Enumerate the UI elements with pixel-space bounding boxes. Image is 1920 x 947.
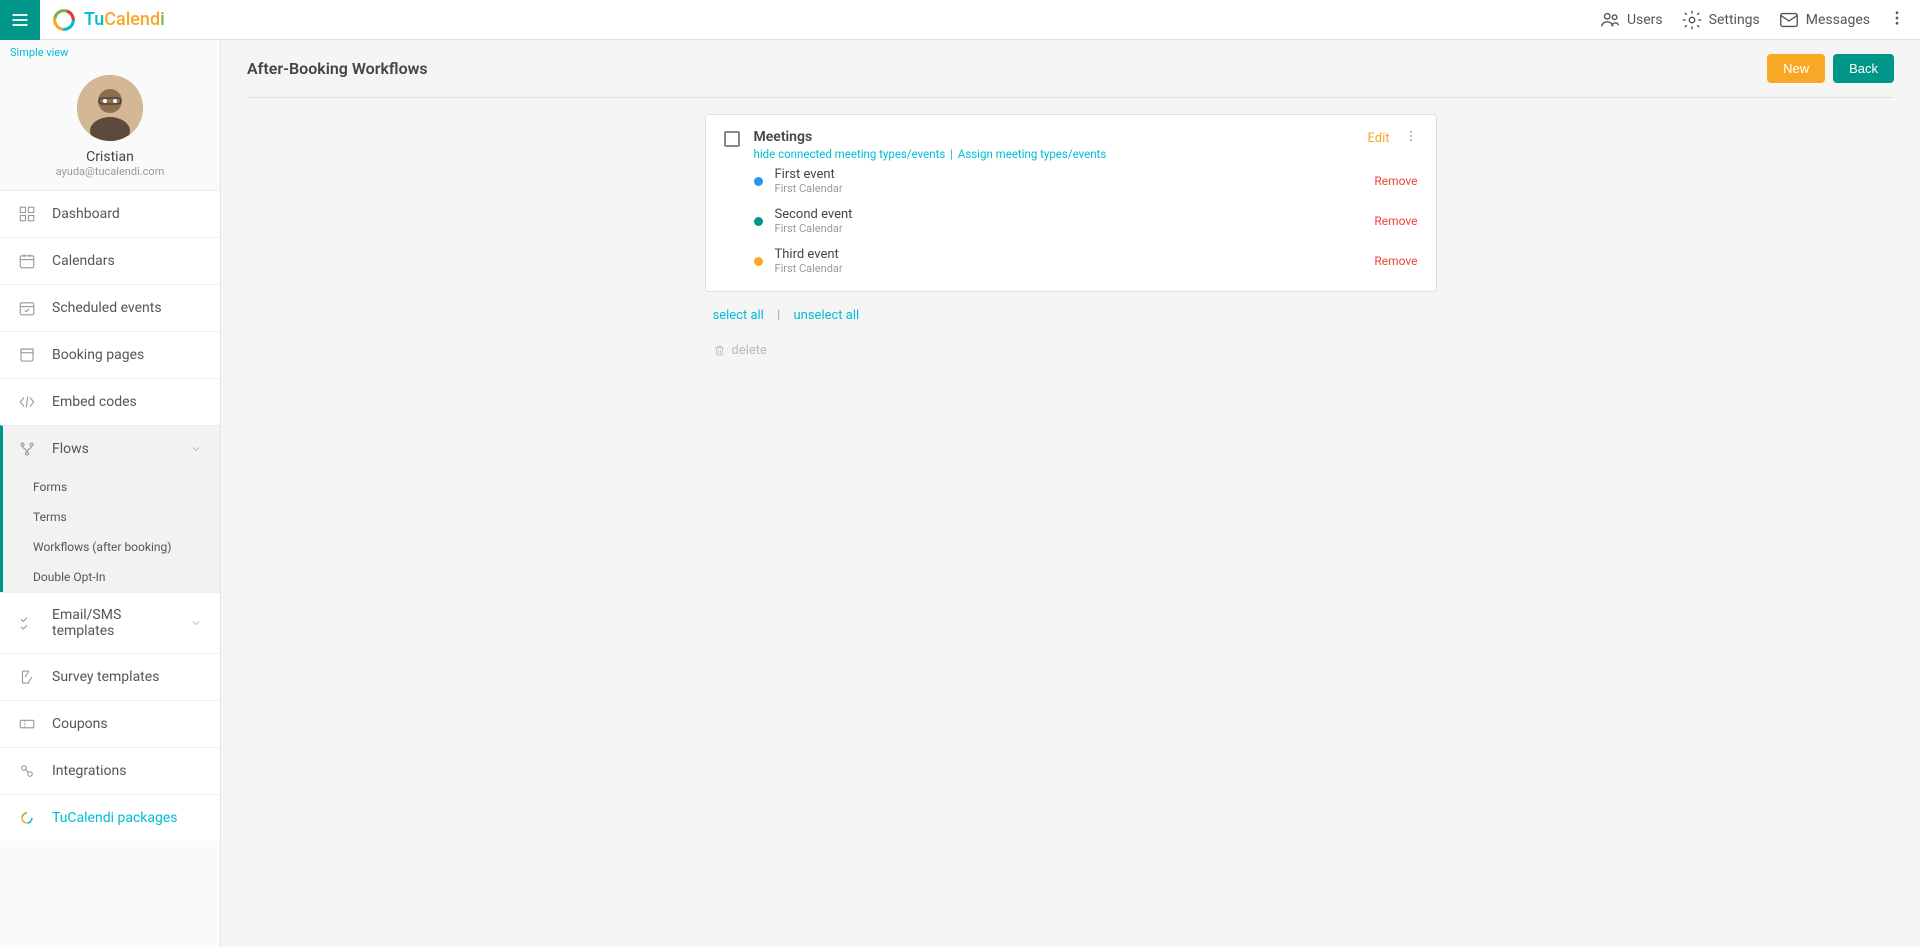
event-dot <box>754 177 763 186</box>
logo-text: TuCalendi <box>84 9 165 30</box>
event-name: Second event <box>775 207 1375 222</box>
sidebar-label: Survey templates <box>52 669 159 685</box>
page-title: After-Booking Workflows <box>247 59 428 78</box>
users-link[interactable]: Users <box>1599 9 1663 31</box>
sidebar-item-flows[interactable]: Flows <box>0 425 220 472</box>
sidebar-item-embed[interactable]: Embed codes <box>0 378 220 425</box>
profile-email: ayuda@tucalendi.com <box>0 165 220 178</box>
users-label: Users <box>1627 12 1663 28</box>
sidebar-label: TuCalendi packages <box>52 810 178 826</box>
sidebar-item-email-sms[interactable]: Email/SMS templates <box>0 592 220 653</box>
sidebar-label: Calendars <box>52 253 115 269</box>
chevron-down-icon <box>190 617 202 629</box>
simple-view-link[interactable]: Simple view <box>0 40 220 65</box>
event-calendar: First Calendar <box>775 222 1375 235</box>
avatar[interactable] <box>77 75 143 141</box>
sidebar-label: Scheduled events <box>52 300 162 316</box>
packages-icon <box>18 809 36 827</box>
sidebar-item-survey[interactable]: Survey templates <box>0 653 220 700</box>
workflow-checkbox[interactable] <box>724 131 740 147</box>
profile: Cristian ayuda@tucalendi.com <box>0 65 220 190</box>
page-header: After-Booking Workflows New Back <box>247 54 1894 98</box>
sidebar-item-coupons[interactable]: Coupons <box>0 700 220 747</box>
chevron-down-icon <box>190 443 202 455</box>
coupon-icon <box>18 715 36 733</box>
code-icon <box>18 393 36 411</box>
booking-icon <box>18 346 36 364</box>
event-name: Third event <box>775 247 1375 262</box>
sidebar-item-dashboard[interactable]: Dashboard <box>0 190 220 237</box>
back-button[interactable]: Back <box>1833 54 1894 83</box>
dashboard-icon <box>18 205 36 223</box>
event-name: First event <box>775 167 1375 182</box>
sidebar-sub-double-opt[interactable]: Double Opt-In <box>0 562 220 592</box>
sidebar-label: Dashboard <box>52 206 120 222</box>
workflow-card: Meetings hide connected meeting types/ev… <box>705 114 1437 292</box>
logo-icon <box>50 6 78 34</box>
settings-label: Settings <box>1709 12 1760 28</box>
card-more-menu[interactable] <box>1404 129 1418 147</box>
sidebar-item-scheduled[interactable]: Scheduled events <box>0 284 220 331</box>
gear-icon <box>1681 9 1703 31</box>
edit-link[interactable]: Edit <box>1367 131 1389 146</box>
messages-link[interactable]: Messages <box>1778 9 1870 31</box>
event-calendar: First Calendar <box>775 182 1375 195</box>
more-menu[interactable] <box>1888 9 1906 31</box>
main-content: After-Booking Workflows New Back Meeting… <box>221 40 1920 947</box>
sidebar-label: Embed codes <box>52 394 137 410</box>
messages-label: Messages <box>1806 12 1870 28</box>
top-header: TuCalendi Users Settings Messages <box>0 0 1920 40</box>
users-icon <box>1599 9 1621 31</box>
event-row: Second event First Calendar Remove <box>724 201 1418 241</box>
sidebar-sub-terms[interactable]: Terms <box>0 502 220 532</box>
sidebar-item-packages[interactable]: TuCalendi packages <box>0 794 220 841</box>
scheduled-icon <box>18 299 36 317</box>
select-all-link[interactable]: select all <box>713 308 764 323</box>
workflow-title: Meetings <box>754 129 1354 145</box>
trash-icon <box>713 344 726 357</box>
profile-name: Cristian <box>0 149 220 165</box>
delete-link[interactable]: delete <box>713 343 1429 358</box>
sidebar-item-booking[interactable]: Booking pages <box>0 331 220 378</box>
flows-icon <box>18 440 36 458</box>
unselect-all-link[interactable]: unselect all <box>794 308 860 323</box>
sidebar-sub-workflows[interactable]: Workflows (after booking) <box>0 532 220 562</box>
survey-icon <box>18 668 36 686</box>
event-row: First event First Calendar Remove <box>724 161 1418 201</box>
event-dot <box>754 257 763 266</box>
remove-link[interactable]: Remove <box>1374 254 1417 268</box>
delete-label: delete <box>732 343 767 358</box>
sidebar-sub-forms[interactable]: Forms <box>0 472 220 502</box>
event-dot <box>754 217 763 226</box>
sidebar-item-integrations[interactable]: Integrations <box>0 747 220 794</box>
event-calendar: First Calendar <box>775 262 1375 275</box>
event-row: Third event First Calendar Remove <box>724 241 1418 281</box>
assign-link[interactable]: Assign meeting types/events <box>958 147 1106 161</box>
avatar-icon <box>77 75 143 141</box>
hide-connected-link[interactable]: hide connected meeting types/events <box>754 147 946 161</box>
sidebar-label: Email/SMS templates <box>52 607 174 639</box>
sidebar: Simple view Cristian ayuda@tucalendi.com… <box>0 40 221 947</box>
below-card: select all | unselect all delete <box>705 308 1437 358</box>
settings-link[interactable]: Settings <box>1681 9 1760 31</box>
hamburger-menu[interactable] <box>0 0 40 40</box>
kebab-icon <box>1404 129 1418 143</box>
sidebar-label: Flows <box>52 441 89 457</box>
sidebar-item-calendars[interactable]: Calendars <box>0 237 220 284</box>
sidebar-label: Integrations <box>52 763 126 779</box>
sidebar-label: Coupons <box>52 716 108 732</box>
remove-link[interactable]: Remove <box>1374 214 1417 228</box>
sidebar-label: Booking pages <box>52 347 144 363</box>
kebab-icon <box>1888 9 1906 27</box>
checklist-icon <box>18 614 36 632</box>
envelope-icon <box>1778 9 1800 31</box>
menu-icon <box>10 10 30 30</box>
logo[interactable]: TuCalendi <box>50 6 165 34</box>
header-right: Users Settings Messages <box>1599 9 1920 31</box>
remove-link[interactable]: Remove <box>1374 174 1417 188</box>
calendar-icon <box>18 252 36 270</box>
integrations-icon <box>18 762 36 780</box>
new-button[interactable]: New <box>1767 54 1825 83</box>
